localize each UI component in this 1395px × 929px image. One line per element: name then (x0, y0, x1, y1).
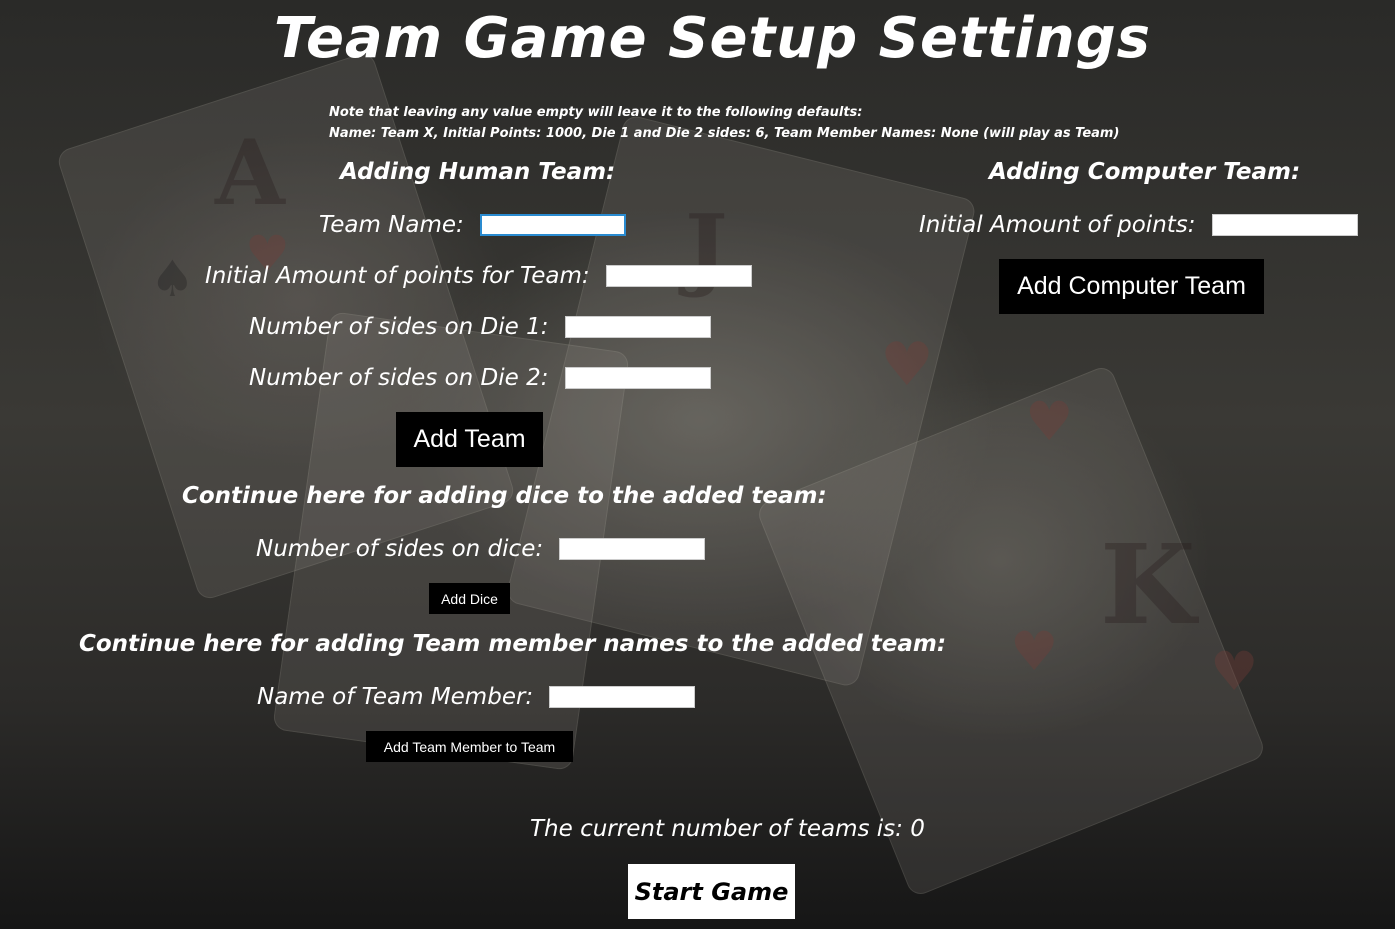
die2-input[interactable] (564, 367, 711, 389)
team-points-row: Initial Amount of points for Team: (205, 263, 752, 289)
spade-suit-icon: ♠ (150, 250, 195, 308)
computer-points-row: Initial Amount of points: (919, 212, 1358, 238)
computer-points-label: Initial Amount of points: (919, 212, 1196, 238)
member-name-input[interactable] (549, 686, 696, 708)
background-card-jack (504, 113, 978, 689)
background-letter-k: K (1100, 520, 1196, 649)
die2-row: Number of sides on Die 2: (249, 365, 711, 391)
heart-suit-icon: ♥ (1010, 620, 1059, 683)
team-count-text: The current number of teams is: 0 (530, 816, 925, 842)
team-name-input[interactable] (479, 214, 626, 236)
team-name-label: Team Name: (319, 212, 464, 238)
defaults-note-line-2: Name: Team X, Initial Points: 1000, Die … (329, 126, 1120, 141)
computer-points-input[interactable] (1211, 214, 1358, 236)
member-name-label: Name of Team Member: (257, 684, 534, 710)
page-title: Team Game Setup Settings (273, 6, 1152, 71)
dice-sides-input[interactable] (559, 538, 706, 560)
defaults-note: Note that leaving any value empty will l… (329, 102, 1119, 144)
add-dice-button[interactable]: Add Dice (429, 583, 510, 614)
add-team-button[interactable]: Add Team (396, 412, 543, 467)
heart-suit-icon: ♥ (1025, 390, 1074, 453)
computer-team-heading: Adding Computer Team: (989, 159, 1301, 185)
team-points-input[interactable] (605, 265, 752, 287)
start-game-button[interactable]: Start Game (628, 864, 795, 919)
heart-suit-icon: ♥ (1210, 640, 1259, 703)
die2-label: Number of sides on Die 2: (249, 365, 549, 391)
add-dice-heading: Continue here for adding dice to the add… (182, 483, 827, 509)
background-letter-a: A (215, 120, 285, 226)
die1-label: Number of sides on Die 1: (249, 314, 549, 340)
dice-sides-label: Number of sides on dice: (256, 536, 544, 562)
member-name-row: Name of Team Member: (257, 684, 696, 710)
human-team-heading: Adding Human Team: (340, 159, 616, 185)
add-members-heading: Continue here for adding Team member nam… (79, 631, 947, 657)
defaults-note-line-1: Note that leaving any value empty will l… (329, 105, 863, 120)
team-name-row: Team Name: (319, 212, 626, 238)
add-computer-team-button[interactable]: Add Computer Team (999, 259, 1264, 314)
die1-row: Number of sides on Die 1: (249, 314, 711, 340)
add-team-member-button[interactable]: Add Team Member to Team (366, 731, 573, 762)
heart-suit-icon: ♥ (880, 330, 934, 400)
dice-sides-row: Number of sides on dice: (256, 536, 706, 562)
die1-input[interactable] (564, 316, 711, 338)
team-points-label: Initial Amount of points for Team: (205, 263, 590, 289)
